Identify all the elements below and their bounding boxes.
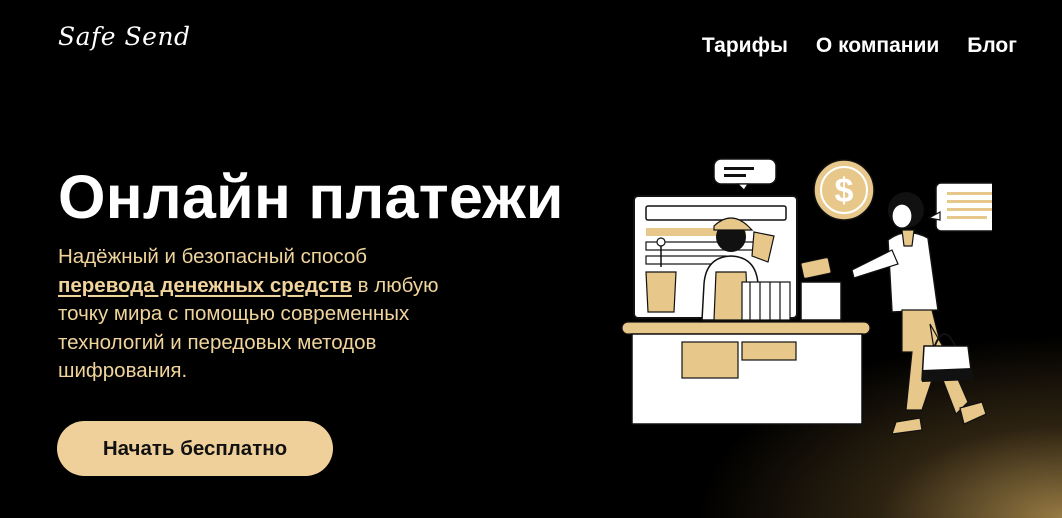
counter [621, 321, 871, 425]
chat-bubble-right-icon [927, 182, 992, 232]
nav-item-blog[interactable]: Блог [967, 34, 1017, 58]
chat-bubble-left-icon [713, 158, 777, 191]
nav-item-tariffs[interactable]: Тарифы [702, 34, 788, 58]
hero-description: Надёжный и безопасный способ перевода де… [58, 243, 458, 386]
nav-item-about[interactable]: О компании [816, 34, 939, 58]
cashier-illustration: $ [621, 158, 992, 435]
coin-symbol: $ [835, 172, 854, 210]
logo[interactable]: Safe Send [58, 22, 191, 51]
dollar-coin-icon: $ [813, 159, 875, 221]
start-free-button[interactable]: Начать бесплатно [57, 421, 333, 476]
hero-title: Онлайн платежи [58, 163, 564, 231]
card-terminal-icon [800, 257, 842, 321]
main-nav: Тарифы О компании Блог [702, 34, 1017, 58]
hero-description-start: Надёжный и безопасный способ [58, 245, 367, 268]
money-transfer-link[interactable]: перевода денежных средств [58, 274, 352, 297]
